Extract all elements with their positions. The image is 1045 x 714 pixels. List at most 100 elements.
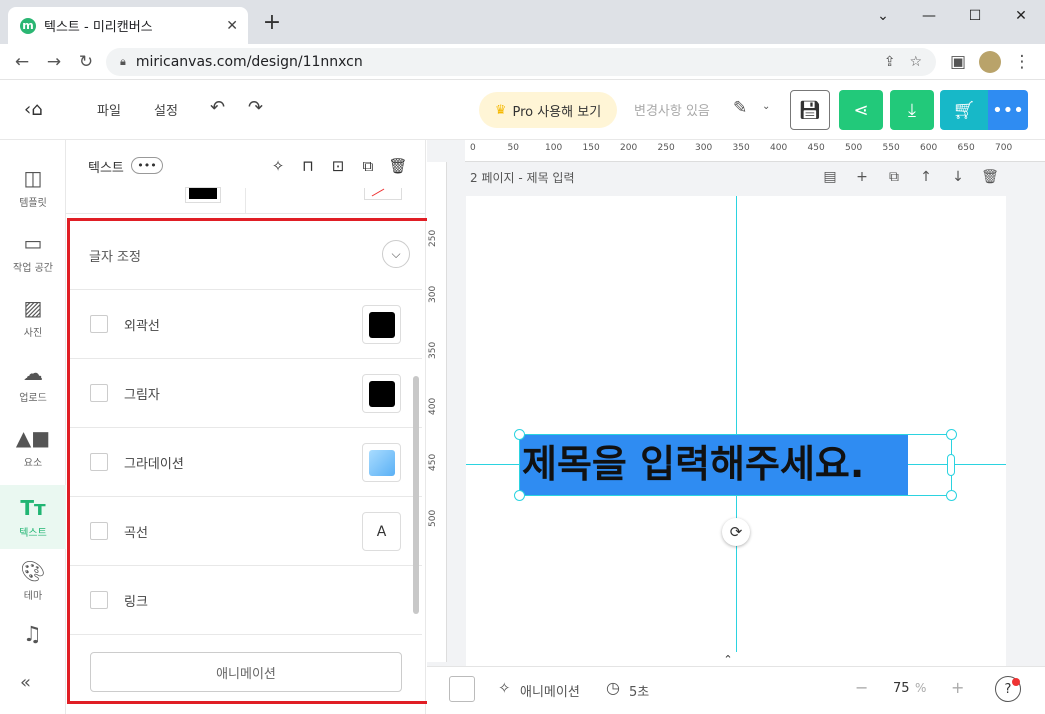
nav-item-workspace[interactable]: ▭ 작업 공간 [0,220,66,284]
nav-item-template[interactable]: ◫ 템플릿 [0,155,66,219]
undo-icon[interactable]: ↶ [210,97,225,118]
resize-handle-br[interactable] [946,490,957,501]
chevron-down-icon[interactable]: ⌄ [762,101,770,112]
nav-label: 요소 [23,457,43,469]
redo-icon[interactable]: ↷ [248,97,263,118]
address-bar[interactable]: 🔒︎ miricanvas.com/design/11nnxcn ⇪ ☆ [106,48,936,76]
download-icon: ⤓ [908,99,916,121]
ruler-tick: 700 [995,143,1013,153]
copy-icon[interactable]: ⧉ [358,156,378,176]
collapse-panel-icon[interactable]: « [20,672,31,693]
add-page-icon[interactable]: + [853,168,871,186]
delete-page-icon[interactable]: 🗑︎ [981,168,999,186]
tab-close-icon[interactable]: ✕ [226,18,238,34]
forward-arrow-icon[interactable]: → [42,50,66,74]
nav-label: 템플릿 [19,197,47,209]
save-button[interactable]: 💾︎ [790,90,830,130]
reload-icon[interactable]: ↻ [74,50,98,74]
ruler-tick: 100 [545,143,563,153]
chevron-down-icon[interactable]: ⌄ [859,0,907,32]
resize-handle-tr[interactable] [946,429,957,440]
nav-item-elements[interactable]: ▲■ 요소 [0,415,66,479]
maximize-button[interactable]: ☐ [951,0,999,32]
rotate-icon[interactable]: ⟳ [722,518,750,546]
ruler-tick: 650 [957,143,975,153]
move-down-icon[interactable]: ↓ [949,168,967,186]
nav-label: 텍스트 [19,527,47,539]
zoom-value[interactable]: 75 [893,681,910,696]
ruler-tick: 0 [470,143,476,153]
text-color-swatch[interactable] [186,188,220,202]
duplicate-page-icon[interactable]: ⧉ [885,168,903,186]
zoom-out-button[interactable]: − [855,678,868,697]
unlock-icon[interactable]: ⊡ [328,156,348,176]
profile-avatar[interactable] [979,51,1001,73]
changes-status: 변경사항 있음 [634,104,710,119]
new-tab-button[interactable]: + [258,8,286,36]
ruler-tick: 250 [657,143,675,153]
nav-item-theme[interactable]: 🎨︎ 테마 [0,548,66,612]
shapes-icon: ▲■ [15,425,51,450]
duration-label[interactable]: 5초 [629,681,649,700]
pro-trial-button[interactable]: ♛ Pro 사용해 보기 [479,92,617,128]
paint-roller-icon[interactable]: ⊓ [298,156,318,176]
zoom-in-button[interactable]: + [951,678,964,697]
lock-icon: 🔒︎ [120,55,126,68]
selection-box[interactable] [519,434,952,496]
cart-icon: 🛒︎ [952,99,976,121]
menu-file[interactable]: 파일 [97,100,121,119]
more-menu-button[interactable]: ••• [988,90,1028,130]
divider [245,188,246,214]
browser-menu-icon[interactable]: ⋮ [1010,50,1034,74]
music-icon[interactable]: ♫ [23,622,42,646]
resize-handle-bl[interactable] [514,490,525,501]
menu-settings[interactable]: 설정 [154,100,178,119]
template-icon: ◫ [23,165,43,190]
tab-title: 텍스트 - 미리캔버스 [44,20,153,35]
trash-icon[interactable]: 🗑︎ [388,156,408,176]
window-close-button[interactable]: ✕ [997,0,1045,32]
ruler-tick: 50 [507,143,519,153]
nav-label: 업로드 [19,392,47,404]
resize-handle-tl[interactable] [514,429,525,440]
nav-item-upload[interactable]: ☁ 업로드 [0,350,66,414]
pen-icon[interactable]: ✎ [733,98,747,118]
panel-more-button[interactable]: ••• [131,157,163,174]
ruler-tick: 350 [428,341,438,359]
side-panel-icon[interactable]: ▣ [946,50,970,74]
cart-button[interactable]: 🛒︎ [940,90,988,130]
home-back-icon[interactable]: ‹⌂ [24,99,43,120]
animation-icon[interactable]: ✧ [498,679,511,697]
ruler-tick: 300 [695,143,713,153]
history-clock-icon[interactable]: ◷ [606,678,620,697]
page-memo-icon[interactable]: ▤ [821,168,839,186]
download-button[interactable]: ⤓ [890,90,934,130]
ruler-tick: 250 [428,229,438,247]
browser-tab[interactable]: m 텍스트 - 미리캔버스 ✕ [8,7,248,44]
background-color-swatch[interactable] [449,676,475,702]
nav-item-photo[interactable]: ▨ 사진 [0,285,66,349]
animation-label[interactable]: 애니메이션 [520,681,580,700]
share-page-icon[interactable]: ⇪ [884,54,896,70]
minimize-button[interactable]: — [905,0,953,32]
back-arrow-icon[interactable]: ← [10,50,34,74]
text-icon: Tт [20,495,46,520]
url-text: miricanvas.com/design/11nnxcn [135,54,363,70]
share-icon: ⋖ [853,99,869,121]
no-background-swatch[interactable] [364,188,402,200]
animation-icon[interactable]: ✧ [268,156,288,176]
pro-trial-label: Pro 사용해 보기 [512,104,602,120]
highlight-box [67,218,430,704]
share-button[interactable]: ⋖ [839,90,883,130]
nav-label: 사진 [23,327,43,339]
nav-label: 테마 [23,590,43,602]
ruler-tick: 400 [770,143,788,153]
move-up-icon[interactable]: ↑ [917,168,935,186]
bookmark-star-icon[interactable]: ☆ [909,54,922,70]
resize-handle-right[interactable] [947,454,955,476]
nav-item-text[interactable]: Tт 텍스트 [0,485,66,549]
save-icon: 💾︎ [798,99,822,121]
expand-pages-icon[interactable]: ⌃ [694,652,762,666]
panel-title: 텍스트 [88,161,124,176]
ruler-tick: 400 [428,397,438,415]
